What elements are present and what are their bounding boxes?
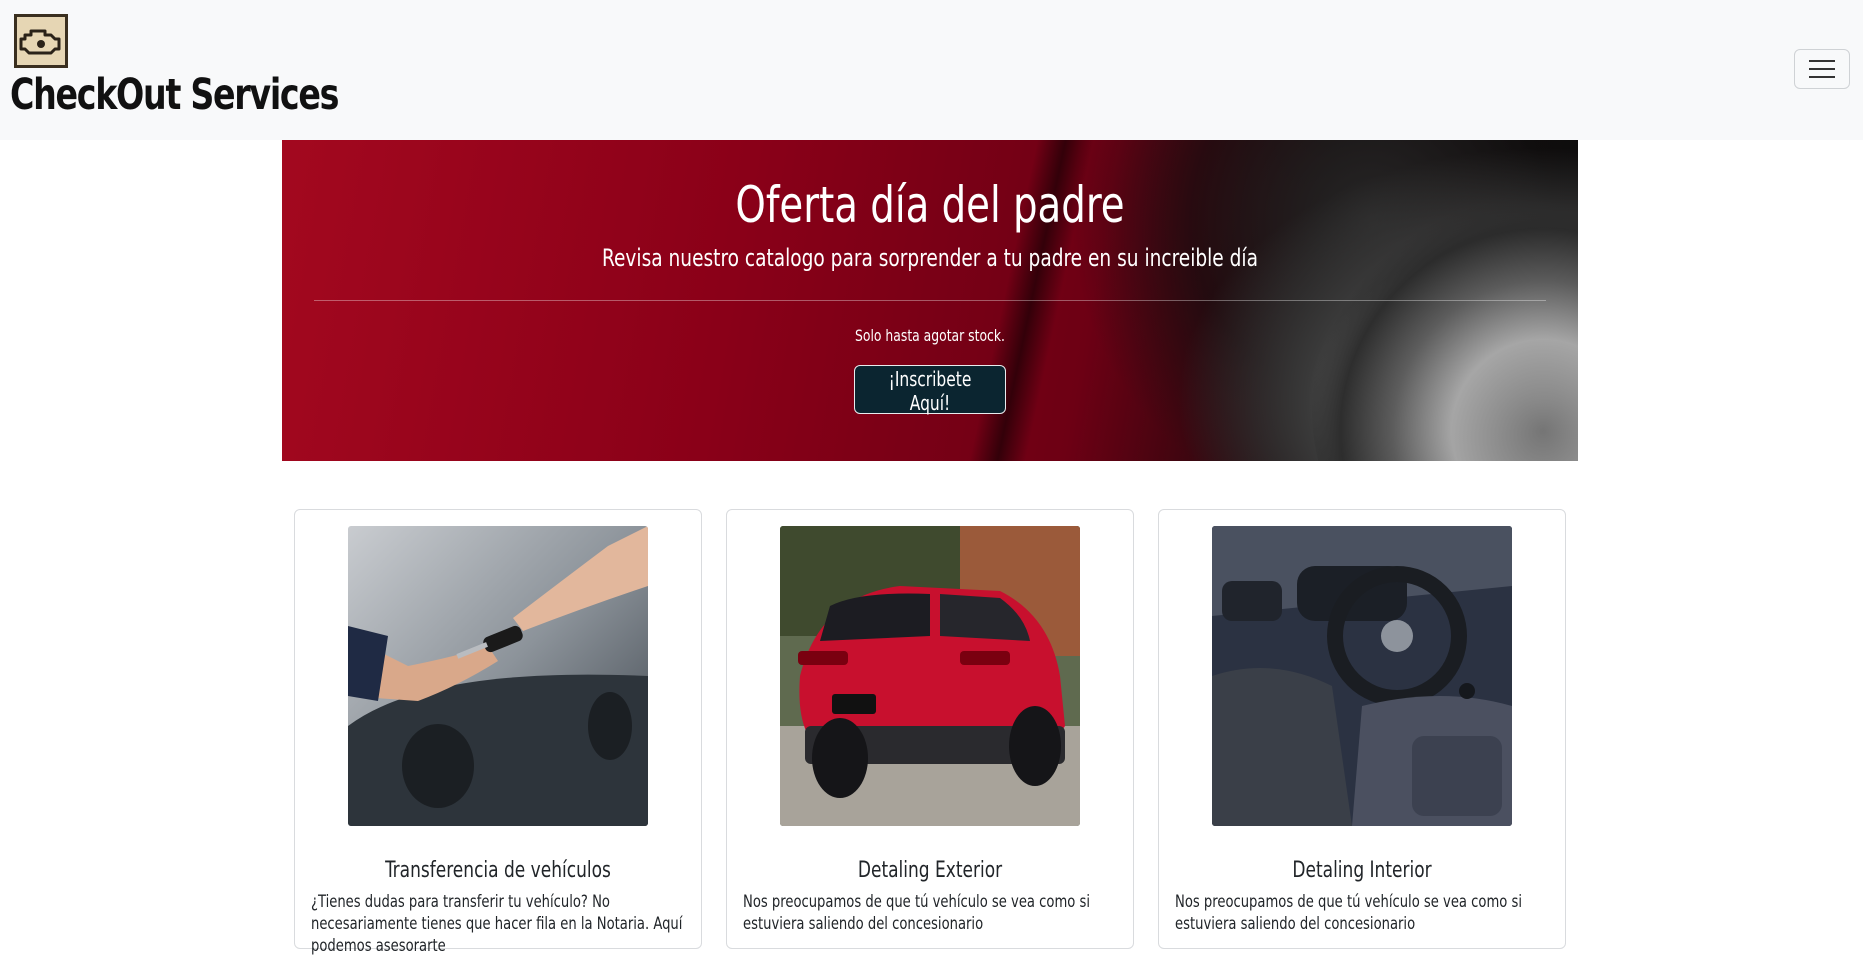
menu-toggle-button[interactable] bbox=[1794, 49, 1850, 89]
card-image-key-handover bbox=[348, 526, 648, 826]
card-title: Detaling Exterior bbox=[857, 858, 1003, 883]
banner-divider bbox=[314, 300, 1546, 301]
card-text: ¿Tienes dudas para transferir tu vehícul… bbox=[311, 892, 683, 956]
banner-subtitle: Revisa nuestro catalogo para sorprender … bbox=[602, 244, 1258, 272]
promo-banner: Oferta día del padre Revisa nuestro cata… bbox=[282, 140, 1578, 461]
card-text: Nos preocupamos de que tú vehículo se ve… bbox=[1175, 892, 1522, 934]
engine-check-icon[interactable] bbox=[14, 14, 68, 68]
card-title: Detaling Interior bbox=[1292, 858, 1432, 883]
service-card-interior: Detaling Interior Nos preocupamos de que… bbox=[1158, 509, 1566, 949]
service-card-transfer: Transferencia de vehículos ¿Tienes dudas… bbox=[294, 509, 702, 956]
banner-note: Solo hasta agotar stock. bbox=[855, 326, 1005, 345]
card-title: Transferencia de vehículos bbox=[385, 858, 611, 883]
signup-button[interactable]: ¡Inscribete Aquí! bbox=[854, 365, 1006, 415]
card-image-red-suv bbox=[780, 526, 1080, 826]
banner-title: Oferta día del padre bbox=[735, 176, 1125, 234]
navbar: CheckOut Services bbox=[0, 0, 1863, 140]
service-card-exterior: Detaling Exterior Nos preocupamos de que… bbox=[726, 509, 1134, 949]
card-image-car-interior bbox=[1212, 526, 1512, 826]
hamburger-menu-icon bbox=[1809, 60, 1835, 78]
card-text: Nos preocupamos de que tú vehículo se ve… bbox=[743, 892, 1090, 934]
brand-name[interactable]: CheckOut Services bbox=[10, 70, 339, 120]
signup-button-label: ¡Inscribete Aquí! bbox=[888, 367, 972, 415]
